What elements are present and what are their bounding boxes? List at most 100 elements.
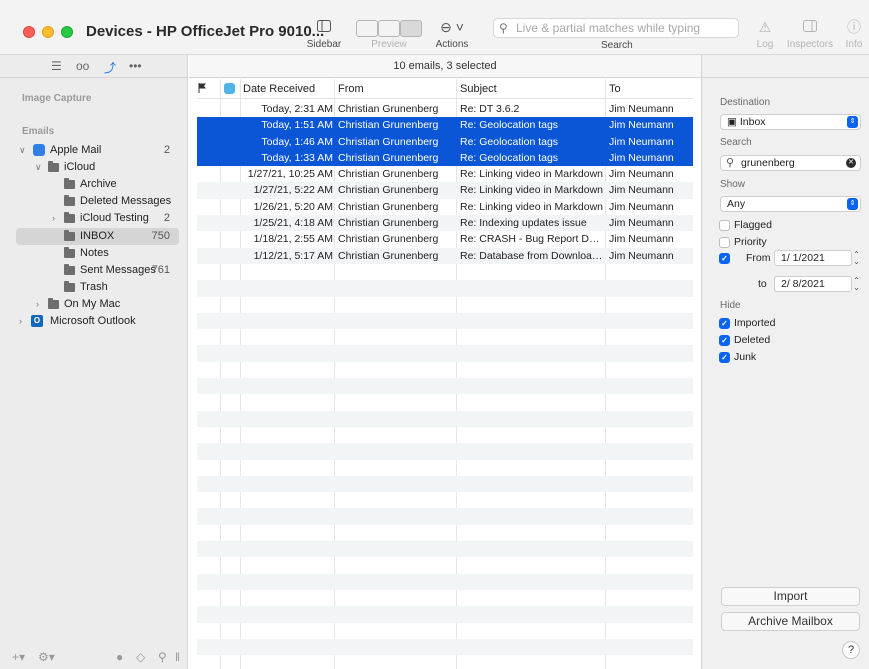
email-row[interactable]: 1/25/21, 4:18 AM Christian Grunenberg Re: …: [197, 215, 693, 232]
column-to[interactable]: To: [609, 83, 621, 95]
empty-row: [197, 362, 693, 378]
actions-menu-button[interactable]: ⊖ ˅ Actions: [434, 17, 470, 50]
email-row[interactable]: 1/26/21, 5:20 AM Christian Grunenberg Re: …: [197, 199, 693, 215]
outlook-icon: O: [31, 315, 43, 327]
sidebar-item-deleted-messages[interactable]: Deleted Messages: [16, 193, 179, 210]
email-row[interactable]: Today, 1:51 AM Christian Grunenberg Re: Ge…: [197, 117, 693, 134]
sidebar-item-icloud-testing[interactable]: › iCloud Testing 2: [16, 210, 179, 227]
flag-icon[interactable]: [198, 83, 206, 93]
deleted-checkbox[interactable]: ✓: [719, 335, 730, 346]
email-date-cell: 1/27/21, 5:22 AM: [253, 184, 333, 197]
sidebar-item-archive[interactable]: Archive: [16, 176, 179, 193]
sidebar-item-notes[interactable]: Notes: [16, 245, 179, 262]
list-status: 10 emails, 3 selected: [189, 55, 701, 78]
glasses-icon[interactable]: oo: [76, 59, 89, 73]
zoom-window-button[interactable]: [61, 26, 73, 38]
sidebar-bottom-bar: +▾ ⚙▾ ● ◇ ⚲ ‖: [0, 647, 188, 669]
inspector-header: [702, 55, 869, 78]
sidebar-item-label: iCloud: [64, 161, 96, 173]
tag-icon[interactable]: ◇: [136, 650, 145, 664]
sidebar-item-label: Sent Messages: [80, 264, 156, 276]
from-date-stepper[interactable]: ⌃ ⌄: [852, 251, 861, 266]
pin-icon[interactable]: ⚲: [158, 650, 167, 664]
email-subject-cell: Re: Geolocation tags: [460, 119, 559, 132]
email-subject-cell: Re: CRASH - Bug Report DEV...: [460, 233, 605, 246]
clear-search-icon[interactable]: ✕: [846, 158, 856, 168]
column-date-received[interactable]: Date Received: [243, 83, 315, 95]
email-date-cell: 1/25/21, 4:18 AM: [253, 217, 333, 230]
empty-row: [197, 557, 693, 573]
import-arrow-icon[interactable]: ⤴: [104, 59, 116, 76]
destination-select[interactable]: ▣ Inbox ⇕: [720, 114, 861, 130]
email-subject-cell: Re: Geolocation tags: [460, 135, 559, 148]
sidebar-item-label: Notes: [80, 247, 109, 259]
search-input[interactable]: ⚲ Live & partial matches while typing: [493, 18, 739, 38]
circle-icon[interactable]: ●: [116, 650, 123, 664]
chevron-down-icon[interactable]: ∨: [19, 142, 26, 159]
log-button[interactable]: ⚠ Log: [753, 17, 777, 50]
column-from[interactable]: From: [338, 83, 364, 95]
email-row[interactable]: 1/12/21, 5:17 AM Christian Grunenberg Re: …: [197, 247, 693, 264]
sidebar-item-trash[interactable]: Trash: [16, 279, 179, 296]
chevron-right-icon[interactable]: ›: [52, 210, 55, 227]
pause-icon[interactable]: ‖: [175, 650, 180, 664]
email-row[interactable]: Today, 1:33 AM Christian Grunenberg Re: Ge…: [197, 149, 693, 167]
to-date-field[interactable]: 2/ 8/2021: [774, 276, 852, 292]
sidebar-item-label: iCloud Testing: [80, 212, 149, 224]
archive-mailbox-button[interactable]: Archive Mailbox: [721, 612, 860, 631]
imported-checkbox[interactable]: ✓: [719, 318, 730, 329]
add-menu-icon[interactable]: +▾: [12, 650, 25, 664]
sidebar-item-on-my-mac[interactable]: › On My Mac: [16, 296, 179, 313]
sidebar-item-inbox[interactable]: INBOX 750: [16, 228, 179, 245]
empty-row: [197, 427, 693, 443]
flagged-checkbox[interactable]: [719, 220, 730, 231]
sidebar-item-microsoft-outlook[interactable]: › O Microsoft Outlook: [16, 313, 179, 330]
junk-checkbox[interactable]: ✓: [719, 352, 730, 363]
sidebar-item-label: Archive: [80, 178, 117, 190]
folder-icon: [64, 212, 75, 223]
minimize-window-button[interactable]: [42, 26, 54, 38]
preview-toggle-button[interactable]: Preview: [353, 17, 425, 50]
junk-label: Junk: [734, 351, 757, 363]
chevron-right-icon[interactable]: ›: [36, 296, 39, 313]
inspectors-button[interactable]: Inspectors: [785, 17, 835, 50]
empty-row: [197, 460, 693, 476]
empty-row: [197, 623, 693, 639]
folder-icon: [64, 195, 75, 206]
more-icon[interactable]: •••: [129, 59, 142, 73]
chevron-right-icon[interactable]: ›: [19, 313, 22, 330]
from-date-field[interactable]: 1/ 1/2021: [774, 250, 852, 266]
chevron-down-icon[interactable]: ∨: [35, 159, 42, 176]
attachment-column-icon[interactable]: [224, 83, 235, 94]
hide-label: Hide: [720, 300, 741, 311]
destination-label: Destination: [720, 97, 771, 108]
priority-checkbox[interactable]: [719, 237, 730, 248]
close-window-button[interactable]: [23, 26, 35, 38]
sidebar-toggle-button[interactable]: Sidebar: [306, 17, 342, 50]
help-button[interactable]: ?: [842, 641, 860, 659]
flagged-label: Flagged: [734, 219, 772, 231]
email-row[interactable]: Today, 1:46 AM Christian Grunenberg Re: Ge…: [197, 133, 693, 150]
sidebar-item-sent-messages[interactable]: Sent Messages 761: [16, 262, 179, 279]
sidebar: ☰ oo ⤴ ••• Image Capture Emails ∨ Apple …: [0, 55, 188, 669]
email-date-cell: Today, 2:31 AM: [261, 103, 333, 115]
sidebar-item-icloud[interactable]: ∨ iCloud: [16, 159, 179, 176]
email-from-cell: Christian Grunenberg: [338, 151, 439, 164]
sidebar-item-label: Trash: [80, 281, 108, 293]
empty-row: [197, 475, 693, 493]
to-date-stepper[interactable]: ⌃ ⌄: [852, 277, 861, 292]
list-icon[interactable]: ☰: [51, 59, 62, 73]
email-row[interactable]: 1/18/21, 2:55 AM Christian Grunenberg Re: …: [197, 231, 693, 247]
email-row[interactable]: 1/27/21, 5:22 AM Christian Grunenberg Re: …: [197, 182, 693, 199]
search-filter-field[interactable]: ⚲ grunenberg ✕: [720, 155, 861, 171]
email-from-cell: Christian Grunenberg: [338, 119, 439, 132]
import-button[interactable]: Import: [721, 587, 860, 606]
email-row[interactable]: 1/27/21, 10:25 AM Christian Grunenberg Re:…: [197, 166, 693, 182]
email-row[interactable]: Today, 2:31 AM Christian Grunenberg Re: DT…: [197, 101, 693, 117]
info-button[interactable]: ⓘ Info: [843, 17, 865, 50]
sidebar-item-apple-mail[interactable]: ∨ Apple Mail 2: [16, 142, 179, 159]
gear-menu-icon[interactable]: ⚙▾: [38, 650, 55, 664]
date-range-checkbox[interactable]: ✓: [719, 253, 730, 264]
show-select[interactable]: Any ⇕: [720, 196, 861, 212]
column-subject[interactable]: Subject: [460, 83, 497, 95]
